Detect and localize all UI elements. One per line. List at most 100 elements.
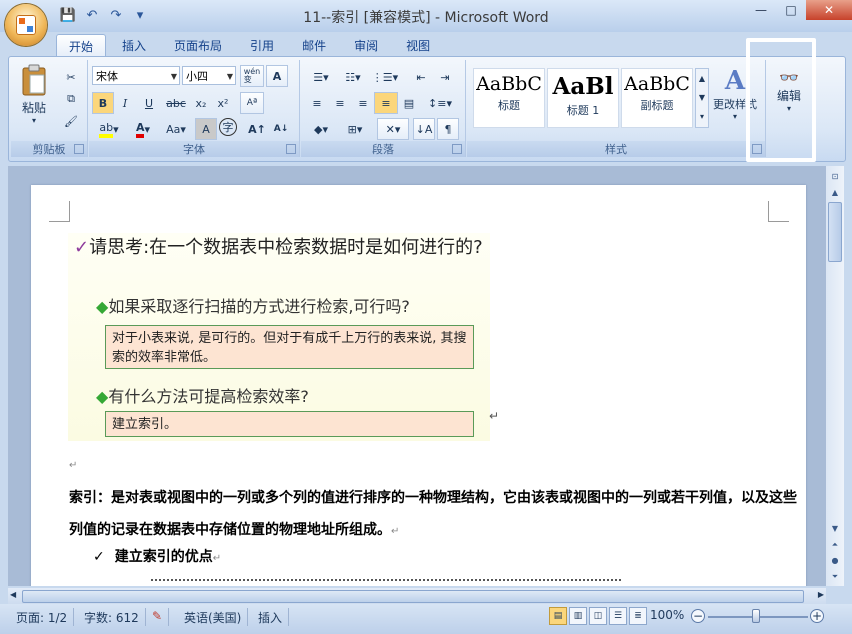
clipboard-group: 粘贴 ▾ ✂ ⧉ 🖌 剪贴板	[11, 60, 88, 157]
font-size-combo[interactable]: 小四 ▼	[182, 66, 236, 85]
zoom-in-button[interactable]: +	[810, 609, 824, 623]
style-heading-1-sample: AaBl	[552, 73, 614, 100]
distributed-icon[interactable]: ▤	[397, 92, 421, 114]
clipboard-launcher-icon[interactable]	[74, 144, 84, 154]
close-button[interactable]: ✕	[806, 0, 852, 20]
italic-button[interactable]: I	[114, 92, 136, 114]
bold-button[interactable]: B	[92, 92, 114, 114]
scroll-up-icon[interactable]: ▲	[828, 186, 842, 200]
align-right-icon[interactable]: ≡	[351, 92, 375, 114]
page-indicator[interactable]: 页面: 1/2	[10, 608, 75, 626]
tab-references[interactable]: 引用	[238, 34, 286, 57]
justify-icon[interactable]: ≡	[374, 92, 398, 114]
phonetic-guide-button[interactable]: wén 变	[240, 65, 264, 87]
next-page-icon[interactable]: ⏷	[828, 570, 842, 584]
style-subtitle[interactable]: AaBbC 副标题	[621, 68, 693, 128]
slide-question: ✓请思考:在一个数据表中检索数据时是如何进行的?	[74, 235, 484, 261]
borders-icon[interactable]: ⊞▾	[339, 118, 371, 140]
print-layout-view-icon[interactable]: ▤	[549, 607, 567, 625]
slide-answer1: 对于小表来说, 是可行的。但对于有成千上万行的表来说, 其搜索的效率非常低。	[105, 325, 474, 369]
font-group: 宋体 ▼ 小四 ▼ wén 变 A B I U abc x₂ x² Aª ab ▾ A ▾…	[89, 60, 300, 157]
tab-insert[interactable]: 插入	[110, 34, 158, 57]
draft-view-icon[interactable]: ≣	[629, 607, 647, 625]
style-heading-1-name: 标题 1	[566, 104, 600, 117]
maximize-button[interactable]: □	[776, 0, 806, 20]
font-name-combo[interactable]: 宋体 ▼	[92, 66, 180, 85]
paragraph-launcher-icon[interactable]	[452, 144, 462, 154]
window-title: 11--索引 [兼容模式] - Microsoft Word	[303, 10, 549, 26]
scroll-left-icon[interactable]: ◀	[10, 590, 16, 599]
align-center-icon[interactable]: ≡	[328, 92, 352, 114]
document-page[interactable]: ✓请思考:在一个数据表中检索数据时是如何进行的? ◆如果采取逐行扫描的方式进行检…	[31, 185, 806, 586]
font-name-dropdown-icon[interactable]: ▼	[171, 67, 177, 86]
tab-mailings[interactable]: 邮件	[290, 34, 338, 57]
web-layout-view-icon[interactable]: ◫	[589, 607, 607, 625]
subscript-button[interactable]: x₂	[190, 92, 212, 114]
tab-review[interactable]: 审阅	[342, 34, 390, 57]
change-case-button[interactable]: Aa ▾	[160, 118, 192, 140]
insert-mode-indicator[interactable]: 插入	[252, 608, 290, 626]
previous-page-icon[interactable]: ⏶	[828, 538, 842, 552]
style-heading-1[interactable]: AaBl 标题 1	[547, 68, 619, 128]
browse-object-icon[interactable]: ●	[828, 554, 842, 568]
horizontal-scroll-thumb[interactable]	[22, 590, 804, 603]
office-button[interactable]	[5, 4, 47, 46]
highlight-button[interactable]: ab ▾	[92, 118, 126, 140]
paste-dropdown-icon[interactable]: ▾	[17, 116, 51, 125]
proofing-icon[interactable]: ✎	[146, 608, 170, 626]
tab-page-layout[interactable]: 页面布局	[162, 34, 234, 57]
zoom-out-button[interactable]: −	[691, 609, 705, 623]
strikethrough-button[interactable]: abc	[162, 92, 190, 114]
superscript-button[interactable]: x²	[212, 92, 234, 114]
bullets-icon[interactable]: ☰▾	[305, 66, 337, 88]
styles-scroll[interactable]: ▲ ▼ ▾	[695, 68, 709, 128]
scroll-right-icon[interactable]: ▶	[818, 590, 824, 599]
decrease-indent-icon[interactable]: ⇤	[409, 66, 433, 88]
format-painter-icon[interactable]: 🖌	[61, 110, 81, 132]
horizontal-scrollbar[interactable]: ◀ ▶	[8, 588, 826, 604]
styles-group-label: 样式	[467, 141, 765, 157]
cut-icon[interactable]: ✂	[61, 66, 81, 88]
document-area: ✓请思考:在一个数据表中检索数据时是如何进行的? ◆如果采取逐行扫描的方式进行检…	[8, 166, 826, 586]
outline-view-icon[interactable]: ☰	[609, 607, 627, 625]
bullet-item-text: 建立索引的优点	[114, 549, 213, 565]
shading-icon[interactable]: ◆▾	[305, 118, 337, 140]
minimize-button[interactable]: —	[746, 0, 776, 20]
paste-button[interactable]: 粘贴 ▾	[17, 64, 51, 126]
crop-mark-top-left	[49, 201, 70, 222]
scroll-down-icon[interactable]: ▼	[828, 522, 842, 536]
full-screen-reading-view-icon[interactable]: ▥	[569, 607, 587, 625]
style-title[interactable]: AaBbC 标题	[473, 68, 545, 128]
clear-formatting-button[interactable]: Aª	[240, 92, 264, 114]
character-border-button[interactable]: A	[266, 65, 288, 87]
align-left-icon[interactable]: ≡	[305, 92, 329, 114]
copy-icon[interactable]: ⧉	[61, 88, 81, 110]
slide-sub2: ◆有什么方法可提高检索效率?	[96, 383, 309, 407]
font-launcher-icon[interactable]	[286, 144, 296, 154]
ruler-toggle-icon[interactable]: ⊡	[828, 170, 842, 184]
zoom-level[interactable]: 100%	[650, 608, 684, 622]
multilevel-list-icon[interactable]: ⋮☰▾	[369, 66, 401, 88]
increase-indent-icon[interactable]: ⇥	[433, 66, 457, 88]
font-size-dropdown-icon[interactable]: ▼	[227, 67, 233, 86]
shrink-font-button[interactable]: A↓	[269, 118, 293, 140]
tab-home[interactable]: 开始	[56, 34, 107, 58]
word-count[interactable]: 字数: 612	[78, 608, 146, 626]
zoom-slider-knob[interactable]	[752, 609, 760, 623]
numbering-icon[interactable]: ☷▾	[337, 66, 369, 88]
vertical-scrollbar[interactable]: ⊡ ▲ ▼ ⏶ ● ⏷	[826, 166, 844, 586]
vertical-scroll-thumb[interactable]	[828, 202, 842, 262]
enclose-characters-button[interactable]: 字	[219, 118, 237, 136]
language-indicator[interactable]: 英语(美国)	[178, 608, 249, 626]
show-marks-icon[interactable]: ¶	[437, 118, 459, 140]
sort-icon[interactable]: ↓A	[413, 118, 435, 140]
font-group-label: 字体	[89, 141, 299, 157]
chinese-layout-icon[interactable]: ✕▾	[377, 118, 409, 140]
line-spacing-icon[interactable]: ↕≡▾	[423, 92, 457, 114]
grow-font-button[interactable]: A↑	[245, 118, 269, 140]
font-color-button[interactable]: A ▾	[126, 118, 160, 140]
tab-view[interactable]: 视图	[394, 34, 442, 57]
slide-sub1: ◆如果采取逐行扫描的方式进行检索,可行吗?	[96, 293, 410, 317]
underline-button[interactable]: U	[136, 92, 162, 114]
character-shading-button[interactable]: A	[195, 118, 217, 140]
